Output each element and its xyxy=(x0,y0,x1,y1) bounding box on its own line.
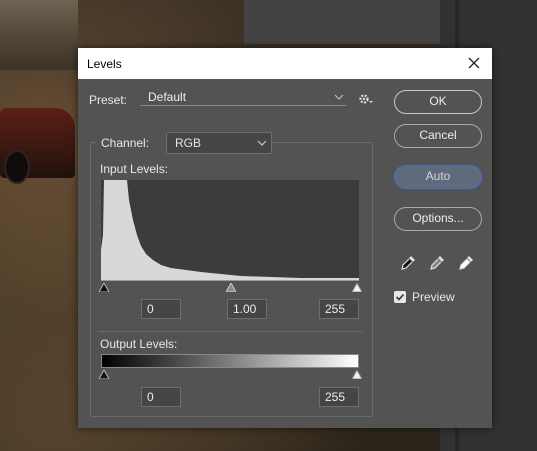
background-photo-top xyxy=(0,0,78,70)
output-white-slider-handle[interactable] xyxy=(352,370,362,379)
group-separator xyxy=(98,331,363,332)
preset-select[interactable]: Default xyxy=(140,89,346,106)
input-black-slider-handle[interactable] xyxy=(99,283,109,292)
input-white-field[interactable]: 255 xyxy=(319,299,359,319)
preview-label: Preview xyxy=(412,290,455,304)
levels-dialog: Levels Preset: Default Channel: RGB Inpu… xyxy=(78,48,492,428)
channel-select[interactable]: RGB xyxy=(166,132,272,154)
white-eyedropper-icon[interactable] xyxy=(457,254,475,272)
output-white-field[interactable]: 255 xyxy=(319,387,359,407)
cancel-button[interactable]: Cancel xyxy=(394,124,482,148)
gray-eyedropper-icon[interactable] xyxy=(428,254,446,272)
histogram-shape xyxy=(101,180,359,280)
dialog-titlebar[interactable]: Levels xyxy=(78,48,492,79)
output-gradient xyxy=(101,354,359,368)
options-button[interactable]: Options... xyxy=(394,207,482,231)
input-gamma-field[interactable]: 1.00 xyxy=(227,299,267,319)
output-black-field[interactable]: 0 xyxy=(141,387,181,407)
dialog-title: Levels xyxy=(87,57,122,71)
background-panel-top xyxy=(244,0,440,44)
output-black-slider-handle[interactable] xyxy=(99,370,109,379)
preset-value: Default xyxy=(148,90,187,104)
channel-value: RGB xyxy=(175,136,202,150)
input-levels-label: Input Levels: xyxy=(100,162,169,176)
close-icon[interactable] xyxy=(462,51,486,75)
input-white-slider-handle[interactable] xyxy=(352,283,362,292)
black-eyedropper-icon[interactable] xyxy=(399,254,417,272)
input-gamma-slider-handle[interactable] xyxy=(226,283,236,292)
preview-checkbox[interactable] xyxy=(394,291,406,303)
input-black-field[interactable]: 0 xyxy=(141,299,181,319)
channel-label: Channel: xyxy=(101,136,150,150)
gear-icon[interactable] xyxy=(358,92,374,106)
ok-button[interactable]: OK xyxy=(394,90,482,114)
output-levels-label: Output Levels: xyxy=(100,337,178,351)
checkbox-icon xyxy=(395,293,405,301)
chevron-down-icon xyxy=(257,140,267,146)
histogram xyxy=(101,180,359,280)
preset-label: Preset: xyxy=(89,93,128,107)
histogram-baseline xyxy=(101,280,359,281)
auto-button[interactable]: Auto xyxy=(394,165,482,189)
chevron-down-icon xyxy=(334,94,344,100)
background-wheel xyxy=(4,150,30,184)
